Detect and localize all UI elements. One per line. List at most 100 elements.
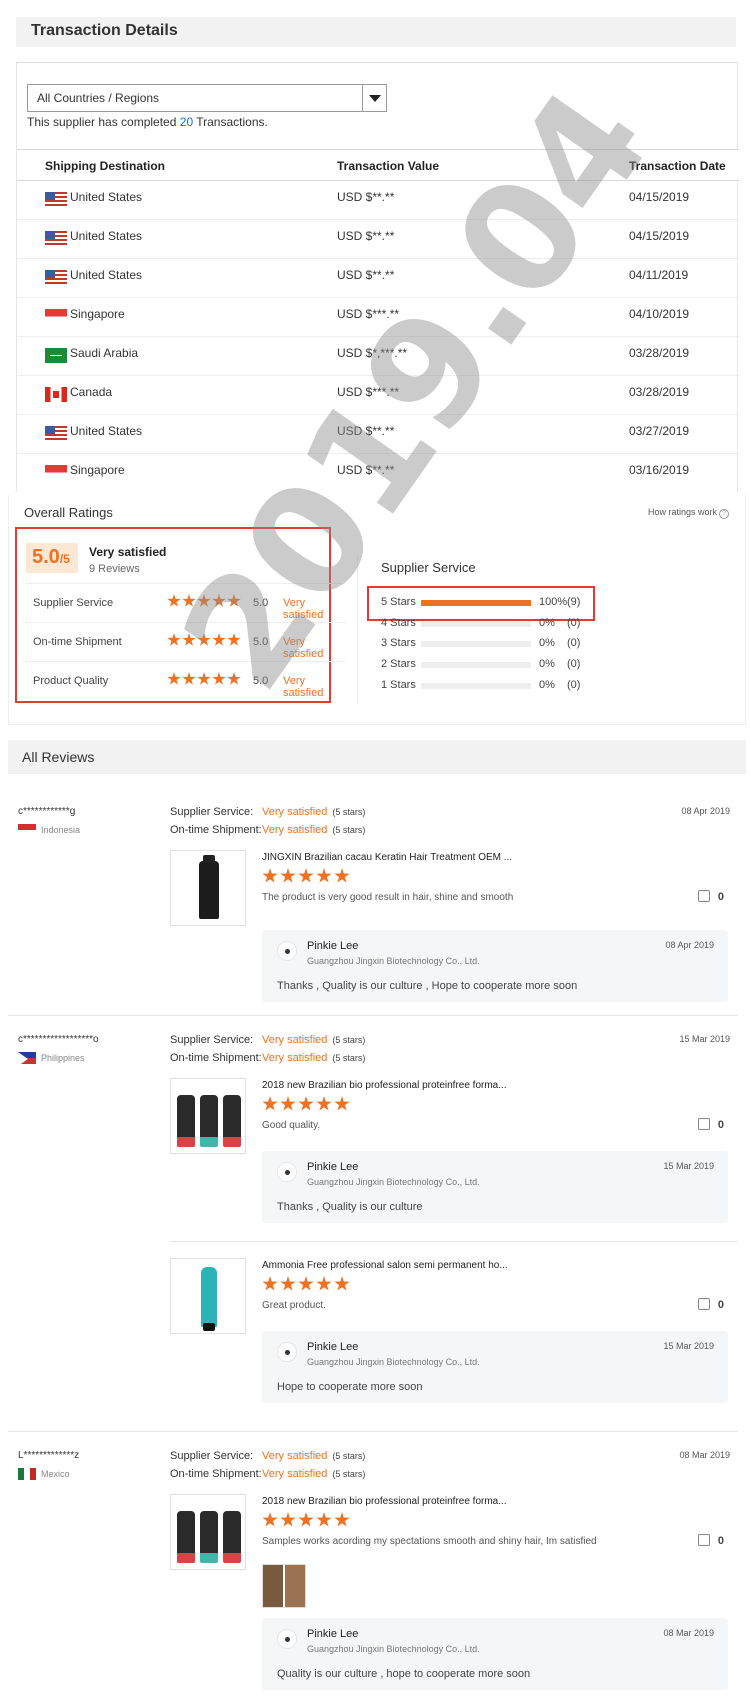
product-title[interactable]: 2018 new Brazilian bio professional prot… [262, 1080, 507, 1091]
star-rating [167, 672, 242, 689]
help-icon: ? [719, 509, 729, 519]
star-icon [298, 868, 314, 883]
reply-date: 08 Apr 2019 [665, 940, 714, 950]
distribution-bar [421, 621, 531, 627]
product-title[interactable]: Ammonia Free professional salon semi per… [262, 1260, 508, 1271]
reply-name: Pinkie Lee [307, 1628, 359, 1640]
ph-flag-icon [18, 1052, 36, 1066]
rating-row-on-time-shipment: On-time Shipment 5.0 Very satisfied [25, 622, 345, 661]
rating-verdict: Very satisfied [283, 597, 324, 621]
sg-flag-icon [45, 309, 67, 324]
reviewer-name: c************g [18, 806, 76, 817]
region-select-value: All Countries / Regions [37, 91, 160, 105]
rating-value: 5.0 [253, 597, 269, 609]
review-text: Great product. [262, 1300, 326, 1311]
review-count: 9 Reviews [89, 563, 140, 575]
product-image[interactable] [170, 1078, 246, 1154]
date: 03/16/2019 [629, 463, 690, 477]
star-icon [197, 633, 211, 646]
review-item: c************g Indonesia Supplier Servic… [8, 806, 738, 1006]
product-image[interactable] [170, 1258, 246, 1334]
rating-label: Product Quality [33, 675, 109, 687]
review-meta: On-time Shipment:Very satisfied (5 stars) [170, 1052, 366, 1064]
star-icon [197, 594, 211, 607]
destination: Singapore [70, 463, 125, 477]
star-icon [182, 633, 196, 646]
star-icon [167, 633, 181, 646]
like-button[interactable]: 0 [697, 890, 724, 903]
us-flag-icon [45, 192, 67, 207]
overall-ratings: Overall Ratings How ratings work? 5.0/5 … [8, 495, 746, 725]
like-button[interactable]: 0 [697, 1534, 724, 1547]
star-icon [167, 594, 181, 607]
product-image[interactable] [170, 850, 246, 926]
reply-text: Quality is our culture , hope to coopera… [277, 1668, 531, 1680]
star-icon [334, 1096, 350, 1111]
supplier-reply: Pinkie Lee Guangzhou Jingxin Biotechnolo… [262, 1618, 728, 1690]
us-flag-icon [45, 231, 67, 246]
completed-count[interactable]: 20 [180, 115, 193, 129]
column-header: Transaction Value [337, 159, 440, 173]
divider [8, 1431, 738, 1432]
value: USD $**.** [337, 229, 395, 243]
rating-verdict: Very satisfied [283, 636, 324, 660]
reviewer-name: c******************o [18, 1034, 99, 1045]
divider [8, 1015, 738, 1016]
star-icon [334, 1512, 350, 1527]
product-image[interactable] [170, 1494, 246, 1570]
rating-row-supplier-service: Supplier Service 5.0 Very satisfied [25, 583, 345, 622]
review-meta: On-time Shipment:Very satisfied (5 stars) [170, 824, 366, 836]
how-ratings-work-link[interactable]: How ratings work? [648, 507, 729, 519]
rating-row-product-quality: Product Quality 5.0 Very satisfied [25, 661, 345, 700]
review-photo[interactable] [262, 1564, 306, 1608]
star-icon [298, 1096, 314, 1111]
star-icon [298, 1276, 314, 1291]
supplier-reply: Pinkie Lee Guangzhou Jingxin Biotechnolo… [262, 930, 728, 1002]
star-icon [227, 633, 241, 646]
reply-company: Guangzhou Jingxin Biotechnology Co., Ltd… [307, 1644, 480, 1654]
star-icon [316, 868, 332, 883]
like-button[interactable]: 0 [697, 1118, 724, 1131]
value: USD $***.** [337, 307, 400, 321]
star-icon [227, 594, 241, 607]
table-row: Canada USD $***.** 03/28/2019 [17, 376, 739, 415]
review-text: The product is very good result in hair,… [262, 892, 514, 903]
ratings-title: Overall Ratings [24, 505, 113, 520]
value: USD $**.** [337, 424, 395, 438]
star-icon [182, 672, 196, 685]
reply-text: Thanks , Quality is our culture [277, 1201, 423, 1213]
value: USD $**.** [337, 190, 395, 204]
product-title[interactable]: 2018 new Brazilian bio professional prot… [262, 1496, 507, 1507]
star-icon [280, 1096, 296, 1111]
divider [357, 555, 358, 705]
completed-text: This supplier has completed 20 Transacti… [27, 115, 268, 129]
review-meta: Supplier Service: Very satisfied (5 stars) [170, 806, 366, 818]
mx-flag-icon [18, 1468, 36, 1480]
thumbs-up-icon [697, 1118, 710, 1130]
like-button[interactable]: 0 [697, 1298, 724, 1311]
star-icon [212, 633, 226, 646]
ca-flag-icon [45, 387, 67, 402]
rating-label: Supplier Service [33, 597, 114, 609]
date: 03/27/2019 [629, 424, 690, 438]
product-title[interactable]: JINGXIN Brazilian cacau Keratin Hair Tre… [262, 852, 512, 863]
chevron-down-icon[interactable] [362, 85, 386, 111]
table-row: United States USD $**.** 03/27/2019 [17, 415, 739, 454]
star-icon [280, 1512, 296, 1527]
table-row: Singapore USD $***.** 04/10/2019 [17, 298, 739, 337]
region-select[interactable]: All Countries / Regions [27, 84, 387, 112]
id-flag-icon [18, 824, 36, 836]
reply-company: Guangzhou Jingxin Biotechnology Co., Ltd… [307, 1357, 480, 1367]
star-icon [316, 1276, 332, 1291]
star-rating [167, 594, 242, 611]
overall-score: 5.0/5 [26, 543, 78, 573]
star-icon [182, 594, 196, 607]
review-meta: On-time Shipment:Very satisfied (5 stars) [170, 1468, 366, 1480]
reply-date: 15 Mar 2019 [663, 1341, 714, 1351]
us-flag-icon [45, 426, 67, 441]
date: 04/11/2019 [629, 268, 689, 282]
star-icon [334, 1276, 350, 1291]
star-icon [316, 1512, 332, 1527]
review-text: Samples works acording my spectations sm… [262, 1536, 597, 1547]
us-flag-icon [45, 270, 67, 285]
